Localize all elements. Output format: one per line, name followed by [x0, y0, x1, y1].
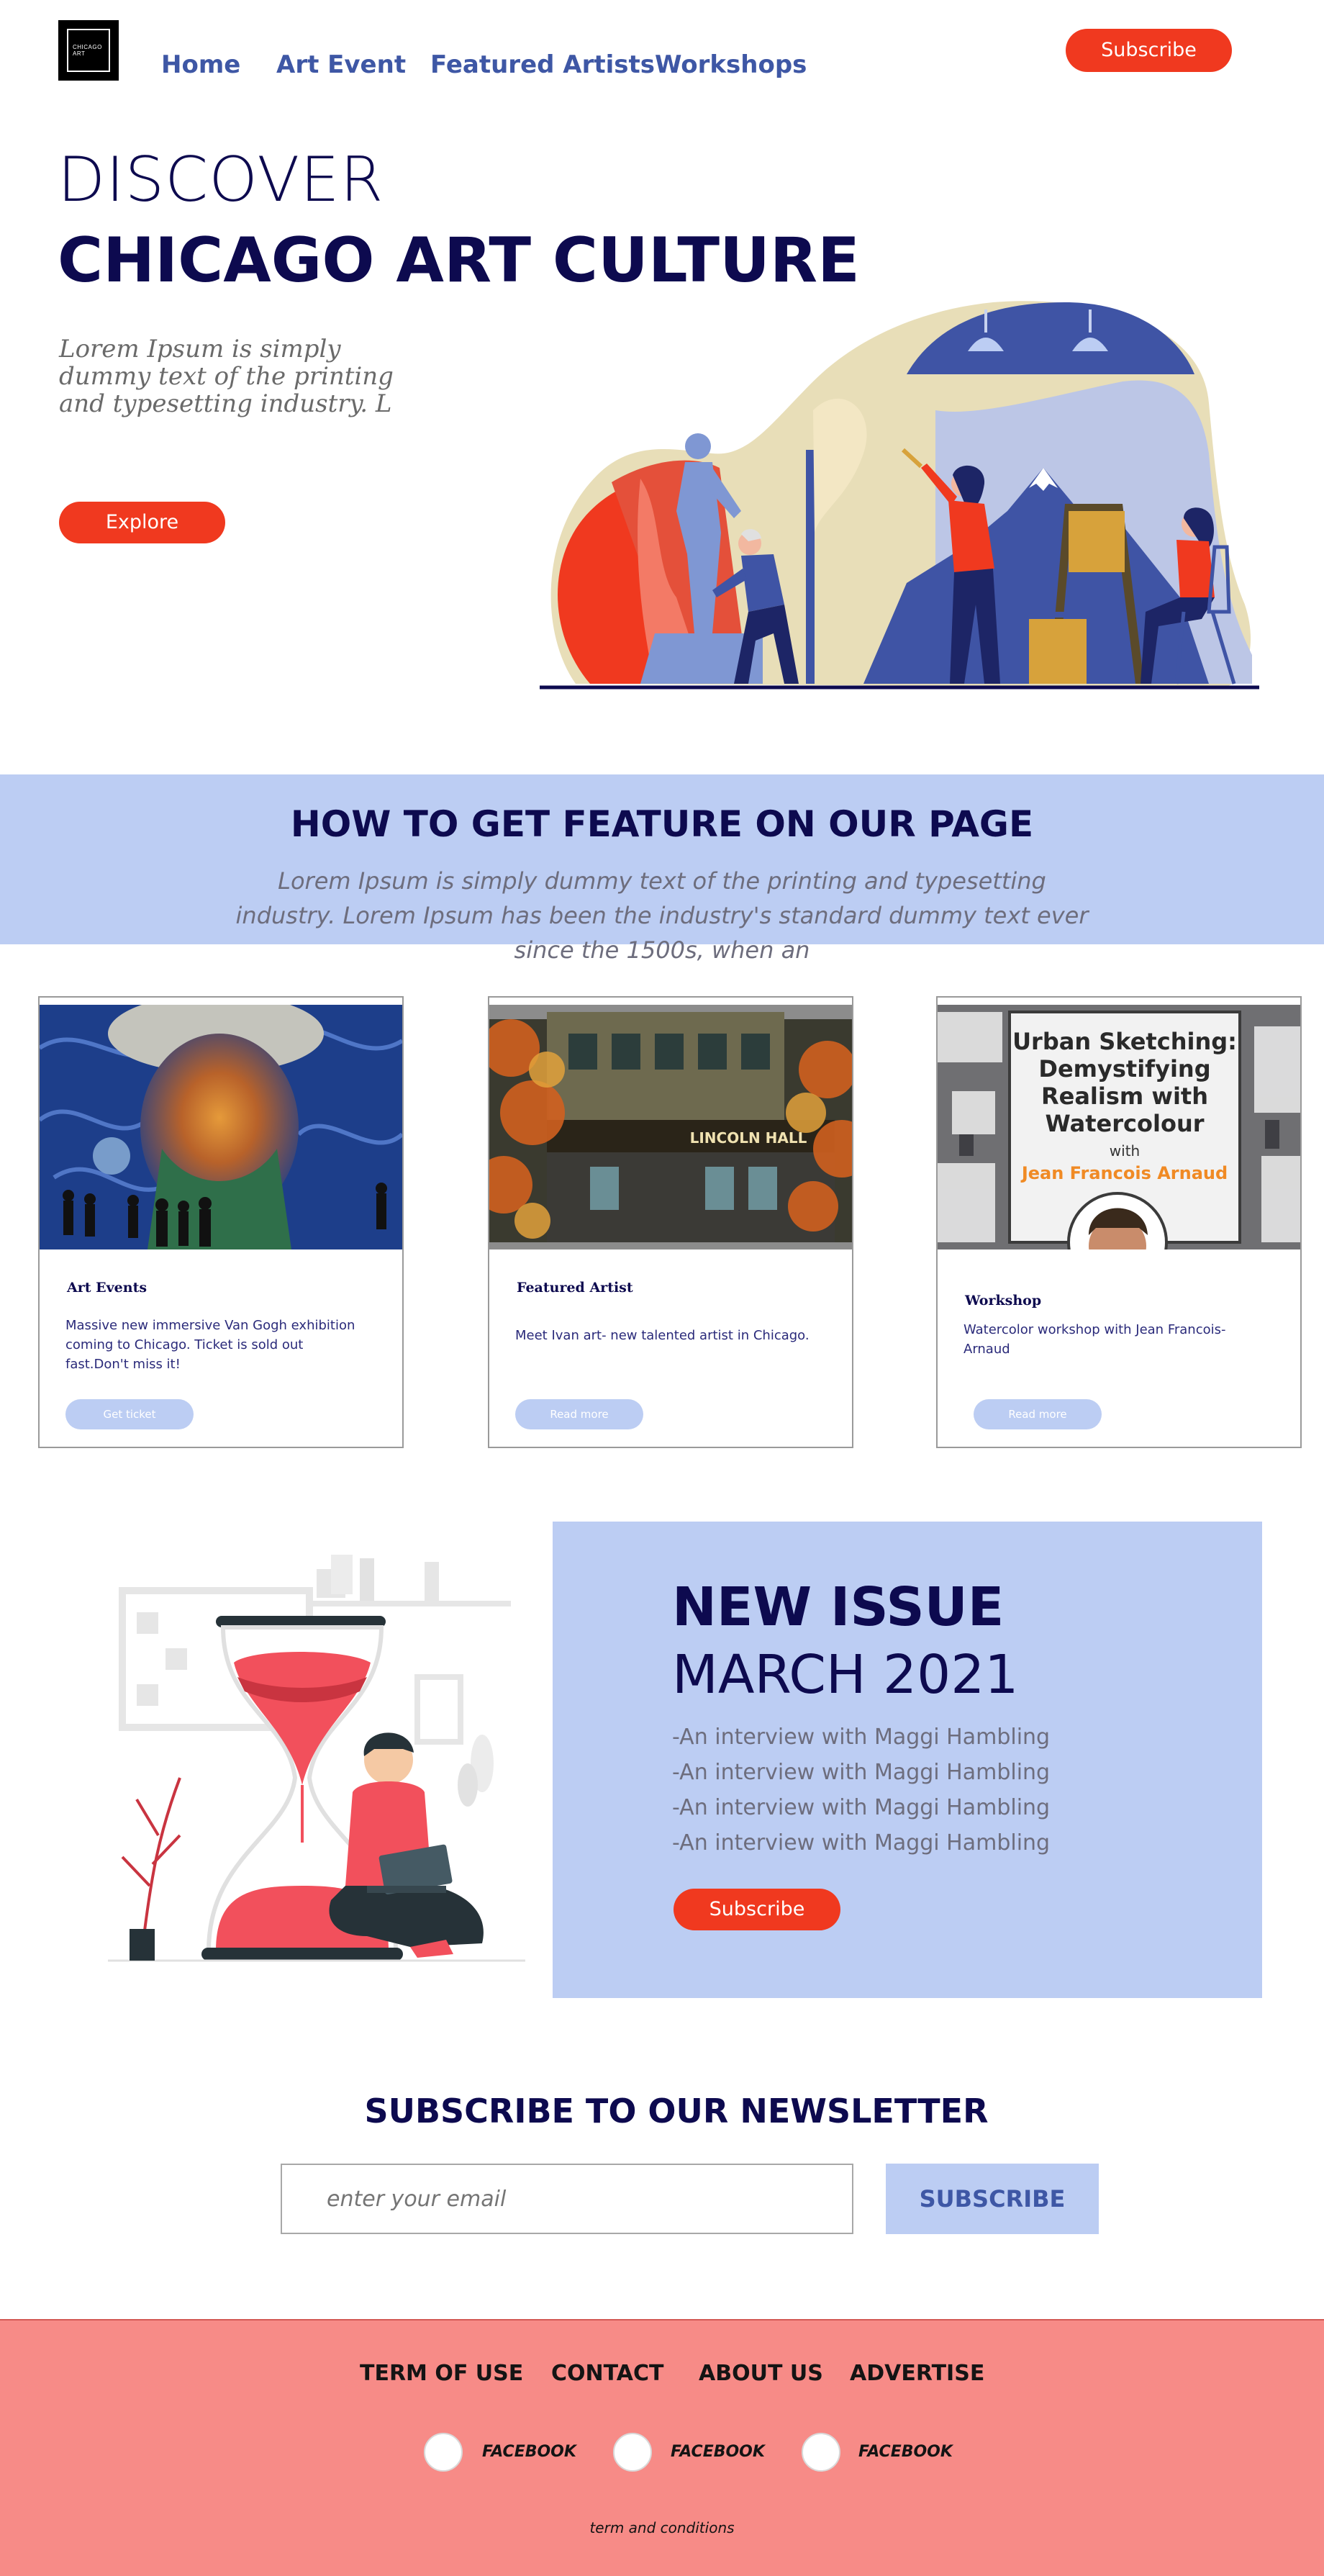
footer-terms-of-use-link[interactable]: TERM OF USE: [360, 2361, 523, 2386]
newsletter-title: SUBSCRIBE TO OUR NEWSLETTER: [364, 2092, 989, 2130]
read-more-button[interactable]: Read more: [974, 1399, 1102, 1429]
card-art-events[interactable]: Art Events Massive new immersive Van Gog…: [38, 996, 404, 1448]
issue-subscribe-button[interactable]: Subscribe: [674, 1889, 840, 1930]
issue-date: MARCH 2021: [672, 1644, 1019, 1706]
lincoln-hall-image: LINCOLN HALL: [489, 1005, 852, 1249]
get-ticket-button[interactable]: Get ticket: [65, 1399, 194, 1429]
card-title: Art Events: [67, 1280, 148, 1296]
issue-title: NEW ISSUE: [672, 1576, 1005, 1638]
footer-advertise-link[interactable]: ADVERTISE: [850, 2361, 984, 2386]
urban-sketching-image: Urban Sketching: Demystifying Realism wi…: [938, 1005, 1300, 1249]
card-workshop[interactable]: Urban Sketching: Demystifying Realism wi…: [936, 996, 1302, 1448]
issue-item: -An interview with Maggi Hambling: [672, 1795, 1051, 1820]
hero-illustration: [540, 301, 1259, 690]
facebook-link[interactable]: FACEBOOK: [858, 2443, 953, 2461]
facebook-icon[interactable]: [424, 2433, 463, 2472]
card-text: Watercolor workshop with Jean Francois-A…: [963, 1322, 1226, 1357]
image-title-2: Demystifying: [1038, 1055, 1210, 1083]
footer-contact-link[interactable]: CONTACT: [551, 2361, 663, 2386]
card-text: Meet Ivan art- new talented artist in Ch…: [515, 1328, 810, 1343]
facebook-icon[interactable]: [613, 2433, 652, 2472]
nav-featured-artists[interactable]: Featured Artists: [430, 50, 655, 79]
card-featured-artist[interactable]: LINCOLN HALL Featured Artist Meet Ivan a…: [488, 996, 853, 1448]
hero-title-line2: CHICAGO ART CULTURE: [58, 225, 860, 297]
logo[interactable]: CHICAGO ART: [58, 20, 119, 81]
logo-text-line2: ART: [73, 50, 86, 57]
header-subscribe-button[interactable]: Subscribe: [1066, 29, 1232, 72]
nav-workshops[interactable]: Workshops: [655, 50, 807, 79]
image-author: Jean Francois Arnaud: [1020, 1163, 1228, 1183]
image-with: with: [1110, 1142, 1140, 1160]
card-title: Workshop: [965, 1293, 1042, 1309]
feature-text: Lorem Ipsum is simply dummy text of the …: [235, 867, 1089, 964]
newsletter-subscribe-button[interactable]: SUBSCRIBE: [886, 2164, 1099, 2234]
facebook-link[interactable]: FACEBOOK: [482, 2443, 576, 2461]
van-gogh-image: [40, 1005, 402, 1249]
image-title-1: Urban Sketching:: [1012, 1028, 1237, 1055]
image-title-4: Watercolour: [1046, 1110, 1205, 1137]
footer: [0, 2319, 1324, 2576]
hero-title-line1: DISCOVER: [58, 144, 384, 216]
issue-item: -An interview with Maggi Hambling: [672, 1725, 1051, 1750]
logo-frame: CHICAGO ART: [67, 29, 110, 72]
card-title: Featured Artist: [517, 1280, 633, 1296]
explore-button[interactable]: Explore: [59, 502, 225, 543]
nav-home[interactable]: Home: [161, 50, 240, 79]
card-text: Massive new immersive Van Gogh exhibitio…: [65, 1318, 355, 1372]
hourglass-illustration: [108, 1555, 525, 1962]
email-input[interactable]: [281, 2164, 853, 2234]
logo-text-line1: CHICAGO: [73, 44, 102, 50]
facebook-link[interactable]: FACEBOOK: [671, 2443, 765, 2461]
facebook-icon[interactable]: [802, 2433, 840, 2472]
footer-about-us-link[interactable]: ABOUT US: [699, 2361, 823, 2386]
nav-art-event[interactable]: Art Event: [276, 50, 406, 79]
feature-title: HOW TO GET FEATURE ON OUR PAGE: [290, 803, 1034, 845]
issue-item: -An interview with Maggi Hambling: [672, 1830, 1051, 1856]
read-more-button[interactable]: Read more: [515, 1399, 643, 1429]
issue-item: -An interview with Maggi Hambling: [672, 1760, 1051, 1785]
hero-text: Lorem Ipsum is simply dummy text of the …: [59, 335, 394, 418]
lincoln-hall-sign: LINCOLN HALL: [690, 1129, 807, 1147]
terms-and-conditions-link[interactable]: term and conditions: [0, 2519, 1324, 2536]
image-title-3: Realism with: [1041, 1083, 1208, 1110]
